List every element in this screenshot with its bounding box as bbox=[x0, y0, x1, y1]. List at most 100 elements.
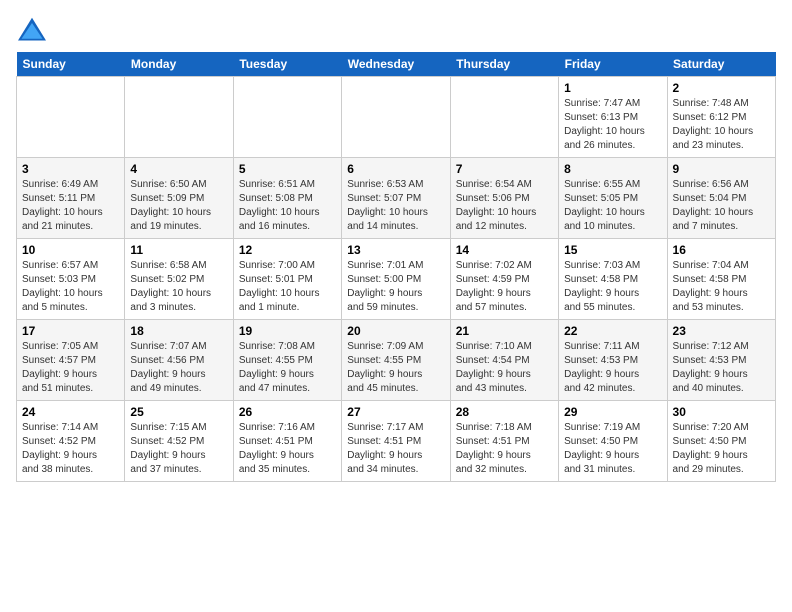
day-info: Sunrise: 7:48 AM Sunset: 6:12 PM Dayligh… bbox=[673, 97, 770, 153]
day-number: 23 bbox=[673, 324, 770, 338]
day-number: 18 bbox=[130, 324, 227, 338]
day-info: Sunrise: 7:19 AM Sunset: 4:50 PM Dayligh… bbox=[564, 421, 661, 477]
logo bbox=[16, 16, 50, 44]
day-info: Sunrise: 7:15 AM Sunset: 4:52 PM Dayligh… bbox=[130, 421, 227, 477]
day-info: Sunrise: 7:11 AM Sunset: 4:53 PM Dayligh… bbox=[564, 340, 661, 396]
header bbox=[16, 16, 776, 44]
day-number: 10 bbox=[22, 243, 119, 257]
day-number: 3 bbox=[22, 162, 119, 176]
day-info: Sunrise: 6:51 AM Sunset: 5:08 PM Dayligh… bbox=[239, 178, 336, 234]
weekday-header-sunday: Sunday bbox=[17, 52, 125, 77]
day-number: 27 bbox=[347, 405, 444, 419]
weekday-header-tuesday: Tuesday bbox=[233, 52, 341, 77]
day-info: Sunrise: 7:20 AM Sunset: 4:50 PM Dayligh… bbox=[673, 421, 770, 477]
calendar-cell: 1 Sunrise: 7:47 AM Sunset: 6:13 PM Daylig… bbox=[559, 77, 667, 158]
day-info: Sunrise: 7:03 AM Sunset: 4:58 PM Dayligh… bbox=[564, 259, 661, 315]
calendar-cell: 14 Sunrise: 7:02 AM Sunset: 4:59 PM Dayli… bbox=[450, 239, 558, 320]
day-number: 14 bbox=[456, 243, 553, 257]
calendar-cell: 30 Sunrise: 7:20 AM Sunset: 4:50 PM Dayli… bbox=[667, 401, 775, 482]
day-number: 5 bbox=[239, 162, 336, 176]
calendar-cell: 11Sunrise: 6:58 AM Sunset: 5:02 PM Dayli… bbox=[125, 239, 233, 320]
calendar-cell: 16 Sunrise: 7:04 AM Sunset: 4:58 PM Dayli… bbox=[667, 239, 775, 320]
calendar-cell: 15 Sunrise: 7:03 AM Sunset: 4:58 PM Dayli… bbox=[559, 239, 667, 320]
day-number: 16 bbox=[673, 243, 770, 257]
day-number: 30 bbox=[673, 405, 770, 419]
day-number: 25 bbox=[130, 405, 227, 419]
day-number: 15 bbox=[564, 243, 661, 257]
day-info: Sunrise: 7:17 AM Sunset: 4:51 PM Dayligh… bbox=[347, 421, 444, 477]
day-number: 13 bbox=[347, 243, 444, 257]
calendar-cell: 23 Sunrise: 7:12 AM Sunset: 4:53 PM Dayli… bbox=[667, 320, 775, 401]
calendar-cell: 4 Sunrise: 6:50 AM Sunset: 5:09 PM Daylig… bbox=[125, 158, 233, 239]
weekday-header-friday: Friday bbox=[559, 52, 667, 77]
day-info: Sunrise: 7:09 AM Sunset: 4:55 PM Dayligh… bbox=[347, 340, 444, 396]
calendar-cell: 18 Sunrise: 7:07 AM Sunset: 4:56 PM Dayli… bbox=[125, 320, 233, 401]
calendar-cell bbox=[450, 77, 558, 158]
day-number: 8 bbox=[564, 162, 661, 176]
day-info: Sunrise: 7:12 AM Sunset: 4:53 PM Dayligh… bbox=[673, 340, 770, 396]
calendar-cell: 21Sunrise: 7:10 AM Sunset: 4:54 PM Dayli… bbox=[450, 320, 558, 401]
day-number: 22 bbox=[564, 324, 661, 338]
calendar-cell bbox=[17, 77, 125, 158]
day-number: 26 bbox=[239, 405, 336, 419]
day-number: 7 bbox=[456, 162, 553, 176]
day-info: Sunrise: 6:55 AM Sunset: 5:05 PM Dayligh… bbox=[564, 178, 661, 234]
calendar-cell: 3Sunrise: 6:49 AM Sunset: 5:11 PM Daylig… bbox=[17, 158, 125, 239]
calendar-cell: 8 Sunrise: 6:55 AM Sunset: 5:05 PM Daylig… bbox=[559, 158, 667, 239]
calendar-cell: 6 Sunrise: 6:53 AM Sunset: 5:07 PM Daylig… bbox=[342, 158, 450, 239]
day-number: 4 bbox=[130, 162, 227, 176]
day-number: 11 bbox=[130, 243, 227, 257]
weekday-header-thursday: Thursday bbox=[450, 52, 558, 77]
calendar-cell: 24Sunrise: 7:14 AM Sunset: 4:52 PM Dayli… bbox=[17, 401, 125, 482]
day-number: 12 bbox=[239, 243, 336, 257]
calendar-cell: 27 Sunrise: 7:17 AM Sunset: 4:51 PM Dayli… bbox=[342, 401, 450, 482]
weekday-header-monday: Monday bbox=[125, 52, 233, 77]
day-info: Sunrise: 6:56 AM Sunset: 5:04 PM Dayligh… bbox=[673, 178, 770, 234]
weekday-header-wednesday: Wednesday bbox=[342, 52, 450, 77]
calendar-cell: 19 Sunrise: 7:08 AM Sunset: 4:55 PM Dayli… bbox=[233, 320, 341, 401]
calendar-cell: 29 Sunrise: 7:19 AM Sunset: 4:50 PM Dayli… bbox=[559, 401, 667, 482]
day-info: Sunrise: 7:16 AM Sunset: 4:51 PM Dayligh… bbox=[239, 421, 336, 477]
calendar-cell bbox=[125, 77, 233, 158]
day-number: 9 bbox=[673, 162, 770, 176]
calendar-cell: 28 Sunrise: 7:18 AM Sunset: 4:51 PM Dayli… bbox=[450, 401, 558, 482]
day-number: 28 bbox=[456, 405, 553, 419]
day-number: 1 bbox=[564, 81, 661, 95]
calendar-cell bbox=[233, 77, 341, 158]
day-info: Sunrise: 7:04 AM Sunset: 4:58 PM Dayligh… bbox=[673, 259, 770, 315]
calendar-cell: 26 Sunrise: 7:16 AM Sunset: 4:51 PM Dayli… bbox=[233, 401, 341, 482]
calendar-cell: 10 Sunrise: 6:57 AM Sunset: 5:03 PM Dayli… bbox=[17, 239, 125, 320]
calendar-cell: 12 Sunrise: 7:00 AM Sunset: 5:01 PM Dayli… bbox=[233, 239, 341, 320]
calendar-cell: 5 Sunrise: 6:51 AM Sunset: 5:08 PM Daylig… bbox=[233, 158, 341, 239]
weekday-header-saturday: Saturday bbox=[667, 52, 775, 77]
day-info: Sunrise: 7:02 AM Sunset: 4:59 PM Dayligh… bbox=[456, 259, 553, 315]
day-info: Sunrise: 6:57 AM Sunset: 5:03 PM Dayligh… bbox=[22, 259, 119, 315]
calendar-cell: 2 Sunrise: 7:48 AM Sunset: 6:12 PM Daylig… bbox=[667, 77, 775, 158]
day-number: 19 bbox=[239, 324, 336, 338]
day-info: Sunrise: 7:14 AM Sunset: 4:52 PM Dayligh… bbox=[22, 421, 119, 477]
calendar-cell: 17 Sunrise: 7:05 AM Sunset: 4:57 PM Dayli… bbox=[17, 320, 125, 401]
calendar-cell: 7 Sunrise: 6:54 AM Sunset: 5:06 PM Daylig… bbox=[450, 158, 558, 239]
day-info: Sunrise: 7:47 AM Sunset: 6:13 PM Dayligh… bbox=[564, 97, 661, 153]
day-info: Sunrise: 6:53 AM Sunset: 5:07 PM Dayligh… bbox=[347, 178, 444, 234]
day-info: Sunrise: 6:54 AM Sunset: 5:06 PM Dayligh… bbox=[456, 178, 553, 234]
day-info: Sunrise: 7:10 AM Sunset: 4:54 PM Dayligh… bbox=[456, 340, 553, 396]
calendar-table: SundayMondayTuesdayWednesdayThursdayFrid… bbox=[16, 52, 776, 482]
day-info: Sunrise: 7:18 AM Sunset: 4:51 PM Dayligh… bbox=[456, 421, 553, 477]
calendar-cell: 22 Sunrise: 7:11 AM Sunset: 4:53 PM Dayli… bbox=[559, 320, 667, 401]
calendar-cell: 13 Sunrise: 7:01 AM Sunset: 5:00 PM Dayli… bbox=[342, 239, 450, 320]
day-number: 29 bbox=[564, 405, 661, 419]
day-info: Sunrise: 7:08 AM Sunset: 4:55 PM Dayligh… bbox=[239, 340, 336, 396]
day-number: 20 bbox=[347, 324, 444, 338]
day-info: Sunrise: 7:00 AM Sunset: 5:01 PM Dayligh… bbox=[239, 259, 336, 315]
calendar-cell: 20 Sunrise: 7:09 AM Sunset: 4:55 PM Dayli… bbox=[342, 320, 450, 401]
calendar-cell: 9 Sunrise: 6:56 AM Sunset: 5:04 PM Daylig… bbox=[667, 158, 775, 239]
day-number: 17 bbox=[22, 324, 119, 338]
calendar-cell bbox=[342, 77, 450, 158]
day-number: 6 bbox=[347, 162, 444, 176]
day-number: 2 bbox=[673, 81, 770, 95]
day-info: Sunrise: 6:50 AM Sunset: 5:09 PM Dayligh… bbox=[130, 178, 227, 234]
day-info: Sunrise: 7:07 AM Sunset: 4:56 PM Dayligh… bbox=[130, 340, 227, 396]
day-info: Sunrise: 7:05 AM Sunset: 4:57 PM Dayligh… bbox=[22, 340, 119, 396]
day-info: Sunrise: 7:01 AM Sunset: 5:00 PM Dayligh… bbox=[347, 259, 444, 315]
